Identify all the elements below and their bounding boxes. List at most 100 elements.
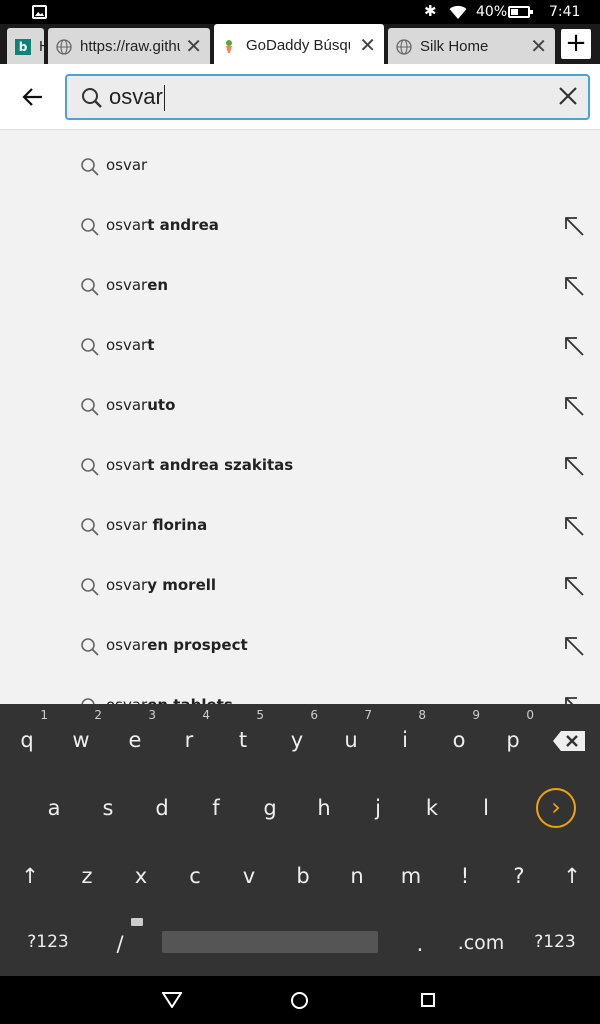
key-r[interactable]: 4r xyxy=(162,708,216,752)
key-label: ? xyxy=(513,864,525,888)
key-b[interactable]: b xyxy=(276,864,330,888)
shift-key-left[interactable]: ↑ xyxy=(3,864,57,888)
key-label: p xyxy=(506,728,520,752)
close-tab-icon[interactable]: ✕ xyxy=(185,34,202,58)
key-d[interactable]: d xyxy=(135,796,189,820)
fill-query-arrow-icon[interactable] xyxy=(563,635,585,657)
key-y[interactable]: 6y xyxy=(270,708,324,752)
back-arrow-icon[interactable] xyxy=(20,84,46,110)
key-hint: 6 xyxy=(310,708,318,722)
bing-icon: b xyxy=(15,39,31,55)
key-hint: 2 xyxy=(94,708,102,722)
key-z[interactable]: z xyxy=(60,864,114,888)
gallery-notification-icon xyxy=(32,5,47,19)
key-label: o xyxy=(452,728,466,752)
shift-key-right[interactable]: ↑ xyxy=(545,864,599,888)
key-e[interactable]: 3e xyxy=(108,708,162,752)
new-tab-button[interactable]: + xyxy=(561,29,591,59)
search-icon xyxy=(81,698,95,704)
key-a[interactable]: a xyxy=(27,796,81,820)
nav-home-icon[interactable] xyxy=(291,992,308,1009)
period-key[interactable]: . xyxy=(393,932,447,956)
key-i[interactable]: 8i xyxy=(378,708,432,752)
fill-query-arrow-icon[interactable] xyxy=(563,695,585,704)
fill-query-arrow-icon[interactable] xyxy=(563,515,585,537)
search-input-value: osvar xyxy=(109,84,165,112)
tab-raw-github[interactable]: https://raw.githu ✕ xyxy=(48,28,210,64)
key-w[interactable]: 2w xyxy=(54,708,108,752)
globe-icon xyxy=(396,39,412,55)
key-k[interactable]: k xyxy=(405,796,459,820)
key-l[interactable]: l xyxy=(459,796,513,820)
symbols-key-left[interactable]: ?123 xyxy=(17,932,79,952)
key-q[interactable]: 1q xyxy=(0,708,54,752)
tab-bing[interactable]: b H xyxy=(7,28,44,64)
suggestion-text: osvaren prospect xyxy=(106,636,248,654)
close-tab-icon[interactable]: ✕ xyxy=(359,33,376,57)
tab-godaddy[interactable]: GoDaddy Búsque ✕ xyxy=(214,24,384,64)
nav-recents-icon[interactable] xyxy=(421,993,435,1007)
suggestion-item[interactable]: osvaruto xyxy=(0,371,600,431)
suggestion-text: osvar xyxy=(106,156,148,174)
key-p[interactable]: 0p xyxy=(486,708,540,752)
key-label: i xyxy=(402,728,408,752)
bluetooth-icon: ✱ xyxy=(424,2,437,20)
key-x[interactable]: x xyxy=(114,864,168,888)
key-label: d xyxy=(155,796,169,820)
clear-icon[interactable] xyxy=(556,84,580,108)
fill-query-arrow-icon[interactable] xyxy=(563,335,585,357)
suggestion-item[interactable]: osvary morell xyxy=(0,551,600,611)
key-n[interactable]: n xyxy=(330,864,384,888)
key-label: z xyxy=(81,864,93,888)
globe-icon xyxy=(56,39,72,55)
key-question[interactable]: ? xyxy=(492,864,546,888)
backspace-key[interactable] xyxy=(553,731,585,751)
space-key[interactable] xyxy=(162,931,378,953)
nav-back-icon[interactable] xyxy=(162,992,182,1008)
search-input[interactable]: osvar xyxy=(65,74,590,120)
fill-query-arrow-icon[interactable] xyxy=(563,455,585,477)
search-icon xyxy=(81,458,99,476)
fill-query-arrow-icon[interactable] xyxy=(563,395,585,417)
suggestion-item[interactable]: osvar xyxy=(0,131,600,191)
close-tab-icon[interactable]: ✕ xyxy=(530,34,547,58)
go-key[interactable]: › xyxy=(536,788,576,828)
dotcom-key[interactable]: .com xyxy=(452,932,510,954)
key-s[interactable]: s xyxy=(81,796,135,820)
key-o[interactable]: 9o xyxy=(432,708,486,752)
system-nav-bar xyxy=(0,976,600,1024)
key-j[interactable]: j xyxy=(351,796,405,820)
suggestion-item[interactable]: osvaren prospect xyxy=(0,611,600,671)
key-f[interactable]: f xyxy=(189,796,243,820)
suggestion-item[interactable]: osvar florina xyxy=(0,491,600,551)
search-icon xyxy=(81,278,99,296)
fill-query-arrow-icon[interactable] xyxy=(563,575,585,597)
key-c[interactable]: c xyxy=(168,864,222,888)
key-t[interactable]: 5t xyxy=(216,708,270,752)
suggestion-item[interactable]: osvaren tablets xyxy=(0,671,600,704)
key-label: . xyxy=(416,932,424,956)
status-bar: ✱ 40% 7:41 xyxy=(0,0,600,24)
slash-key[interactable]: / xyxy=(93,932,147,956)
tab-silk-home[interactable]: Silk Home ✕ xyxy=(388,28,555,64)
fill-query-arrow-icon[interactable] xyxy=(563,215,585,237)
suggestion-item[interactable]: osvart andrea szakitas xyxy=(0,431,600,491)
suggestion-item[interactable]: osvart andrea xyxy=(0,191,600,251)
key-label: ↑ xyxy=(563,864,581,888)
suggestion-item[interactable]: osvaren xyxy=(0,251,600,311)
key-u[interactable]: 7u xyxy=(324,708,378,752)
key-h[interactable]: h xyxy=(297,796,351,820)
symbols-key-right[interactable]: ?123 xyxy=(526,932,584,952)
key-label: x xyxy=(134,864,148,888)
fill-query-arrow-icon[interactable] xyxy=(563,275,585,297)
key-v[interactable]: v xyxy=(222,864,276,888)
key-m[interactable]: m xyxy=(384,864,438,888)
key-hint: 0 xyxy=(526,708,534,722)
key-label: k xyxy=(425,796,439,820)
suggestion-item[interactable]: osvart xyxy=(0,311,600,371)
battery-icon xyxy=(508,6,533,18)
search-icon xyxy=(81,218,99,236)
key-exclamation[interactable]: ! xyxy=(438,864,492,888)
search-icon xyxy=(81,638,99,656)
key-g[interactable]: g xyxy=(243,796,297,820)
